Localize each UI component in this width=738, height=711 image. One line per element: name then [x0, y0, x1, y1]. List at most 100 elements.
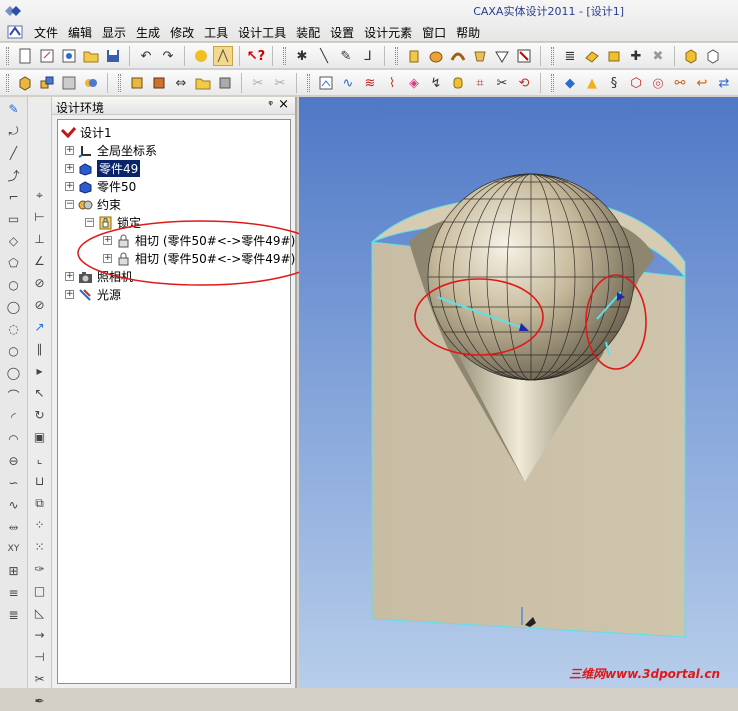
group-icon[interactable] [81, 73, 101, 93]
wave-icon[interactable]: ≋ [360, 73, 380, 93]
tangent-icon[interactable]: ↗ [30, 317, 50, 337]
toolbar-grip[interactable] [395, 47, 398, 65]
cylinder-icon[interactable] [448, 73, 468, 93]
diamond-shape-icon[interactable]: ◇ [4, 231, 24, 251]
rotate-arrow-icon[interactable]: ⟲ [514, 73, 534, 93]
copy-tool-icon[interactable]: ⧉ [30, 493, 50, 513]
arc3-icon[interactable]: ◠ [4, 429, 24, 449]
help-pointer-icon[interactable]: ↖? [246, 46, 266, 66]
circle3-icon[interactable]: ◌ [4, 319, 24, 339]
node-tool-icon[interactable]: ⁘ [30, 515, 50, 535]
assembly-icon[interactable] [37, 73, 57, 93]
open-template-icon[interactable] [59, 46, 79, 66]
swap-icon[interactable]: ⇄ [714, 73, 734, 93]
cone-icon[interactable]: ▲ [582, 73, 602, 93]
toolbar-grip[interactable] [551, 47, 554, 65]
spring-icon[interactable]: § [604, 73, 624, 93]
arc-icon[interactable]: ⌒ [4, 385, 24, 405]
new-design-icon[interactable] [37, 46, 57, 66]
pen-tool-icon[interactable]: ✑ [30, 559, 50, 579]
remove-part-icon[interactable]: ✖ [648, 46, 668, 66]
menu-settings[interactable]: 设置 [330, 24, 364, 41]
model-view[interactable] [299, 97, 738, 688]
thread-icon[interactable]: ≣ [560, 46, 580, 66]
part-icon[interactable] [15, 73, 35, 93]
rotate-tool-icon[interactable]: ↻ [30, 405, 50, 425]
polyline-icon[interactable]: ⤴ [4, 165, 24, 185]
menu-generate[interactable]: 生成 [136, 24, 170, 41]
arc2-icon[interactable]: ◜ [4, 407, 24, 427]
menu-modify[interactable]: 修改 [170, 24, 204, 41]
menu-design-tools[interactable]: 设计工具 [238, 24, 296, 41]
toolbar-grip[interactable] [6, 47, 9, 65]
square-tool-icon[interactable]: □ [30, 581, 50, 601]
tree-item-constraints[interactable]: − 约束 [65, 196, 121, 213]
assembly-mode-icon[interactable] [213, 46, 233, 66]
sketch-point-icon[interactable]: ✱ [292, 46, 312, 66]
dimension-icon[interactable]: ⌖ [30, 185, 50, 205]
loft-icon[interactable] [470, 46, 490, 66]
sketch-plane-icon[interactable] [316, 73, 336, 93]
tree-item-part49[interactable]: + 零件49 [65, 160, 141, 177]
save-icon[interactable] [103, 46, 123, 66]
toolbar-grip[interactable] [551, 74, 554, 92]
menu-assembly[interactable]: 装配 [296, 24, 330, 41]
toolbar-grip[interactable] [6, 74, 9, 92]
open-folder-icon[interactable] [81, 46, 101, 66]
angle-dim-icon[interactable]: ∠ [30, 251, 50, 271]
coordinate-icon[interactable]: ⅃ [358, 46, 378, 66]
smart-snap-icon[interactable] [191, 46, 211, 66]
expand-strip-icon[interactable]: ▸ [30, 361, 50, 381]
shell-icon[interactable] [492, 46, 512, 66]
disabled-tool-icon[interactable]: ✂ [248, 73, 268, 93]
rectangle-icon[interactable]: ▭ [4, 209, 24, 229]
document-menu-icon[interactable] [6, 24, 24, 40]
spline-icon[interactable]: ∽ [4, 473, 24, 493]
pin-icon[interactable]: ᵠ [268, 98, 273, 111]
ellipse-icon[interactable]: ⊖ [4, 451, 24, 471]
collapse-icon[interactable]: − [65, 200, 74, 209]
expand-icon[interactable]: + [65, 182, 74, 191]
bend-icon[interactable]: ↯ [426, 73, 446, 93]
open-file-icon[interactable] [193, 73, 213, 93]
mirror-icon[interactable] [514, 46, 534, 66]
offset-icon[interactable]: ⥈ [4, 517, 24, 537]
menu-view[interactable]: 显示 [102, 24, 136, 41]
sweep-icon[interactable] [448, 46, 468, 66]
sketch-icon[interactable]: ✎ [4, 99, 24, 119]
menu-edit[interactable]: 编辑 [68, 24, 102, 41]
parallel-icon[interactable]: ∥ [30, 339, 50, 359]
arrow-right-icon[interactable]: → [30, 625, 50, 645]
cube-outline-icon[interactable] [703, 46, 723, 66]
circle2-icon[interactable]: ◯ [4, 297, 24, 317]
pentagon-icon[interactable]: ⬠ [4, 253, 24, 273]
menu-window[interactable]: 窗口 [422, 24, 456, 41]
angle-icon[interactable]: ⌐ [4, 187, 24, 207]
tree-item-part50[interactable]: + 零件50 [65, 178, 136, 195]
xy-icon[interactable]: XY [4, 539, 24, 559]
line-icon[interactable]: ╲ [314, 46, 334, 66]
stack2-icon[interactable]: ≣ [4, 605, 24, 625]
expand-icon[interactable]: + [65, 164, 74, 173]
curve-icon[interactable]: ∿ [338, 73, 358, 93]
fillet-icon[interactable] [582, 46, 602, 66]
toolbar-grip[interactable] [283, 47, 286, 65]
radius-icon[interactable]: ⊘ [30, 273, 50, 293]
vertical-dim-icon[interactable]: ⊥ [30, 229, 50, 249]
tree-item-global-coords[interactable]: + 全局坐标系 [65, 142, 157, 159]
toolbar-grip[interactable] [118, 74, 121, 92]
menu-help[interactable]: 帮助 [456, 24, 490, 41]
pen2-tool-icon[interactable]: ✒ [30, 691, 50, 711]
toolbar-grip[interactable] [307, 74, 310, 92]
circle-icon[interactable]: ○ [4, 275, 24, 295]
new-icon[interactable] [15, 46, 35, 66]
tree-item-light[interactable]: + 光源 [65, 286, 121, 303]
move-icon[interactable]: ⇔ [171, 73, 191, 93]
line-diag-icon[interactable]: ╱ [4, 143, 24, 163]
node2-tool-icon[interactable]: ⁙ [30, 537, 50, 557]
hook-icon[interactable]: ↩ [692, 73, 712, 93]
insert-part-icon[interactable] [127, 73, 147, 93]
3d-viewport[interactable]: 三维网www.3dportal.cn [299, 97, 738, 688]
corner-tool-icon[interactable]: ⌞ [30, 449, 50, 469]
chamfer-tool-icon[interactable]: ◺ [30, 603, 50, 623]
